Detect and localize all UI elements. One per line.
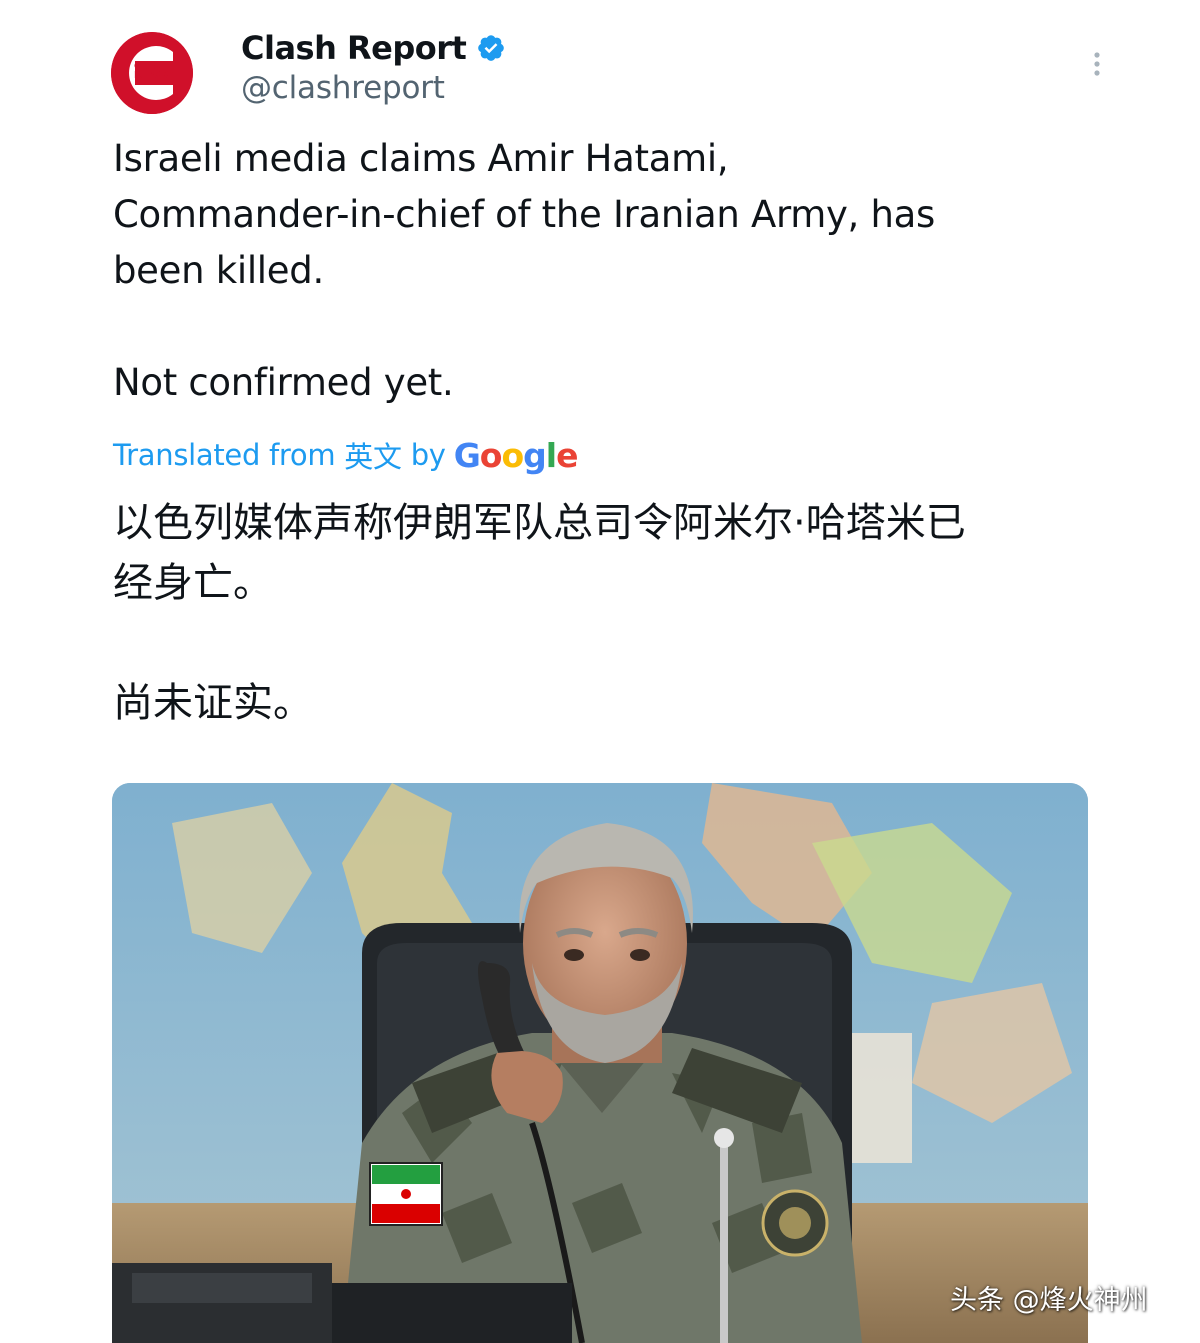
avatar-logo-text: CLASH REPORT	[134, 62, 178, 81]
translation-attribution[interactable]: Translated from 英文 by Google	[113, 430, 579, 480]
translation-by: by	[410, 438, 446, 472]
watermark: 头条 @烽火神州	[950, 1285, 1148, 1316]
author-name-row: Clash Report	[241, 26, 506, 70]
tweet-photo[interactable]	[112, 783, 1088, 1343]
tweet-photo-image	[112, 783, 1088, 1343]
google-logo-letter: e	[556, 435, 578, 475]
avatar-logo-line2: REPORT	[134, 70, 175, 81]
google-logo-letter: G	[453, 435, 481, 475]
tweet-text: Israeli media claims Amir Hatami, Comman…	[113, 137, 935, 404]
more-options-icon[interactable]	[1088, 50, 1106, 80]
google-logo-letter: o	[501, 435, 524, 475]
translation-language: 英文	[344, 440, 402, 474]
account-handle[interactable]: @clashreport	[241, 70, 445, 106]
google-logo: Google	[453, 435, 579, 475]
translation-prefix: Translated from	[113, 438, 336, 472]
google-logo-letter: l	[545, 435, 557, 475]
google-logo-letter: g	[523, 435, 547, 475]
google-logo-letter: o	[479, 435, 503, 475]
translated-text: 以色列媒体声称伊朗军队总司令阿米尔·哈塔米已 经身亡。 尚未证实。	[113, 500, 966, 726]
display-name[interactable]: Clash Report	[241, 29, 467, 67]
avatar[interactable]: CLASH REPORT	[111, 32, 193, 114]
verified-badge-icon	[478, 35, 505, 61]
